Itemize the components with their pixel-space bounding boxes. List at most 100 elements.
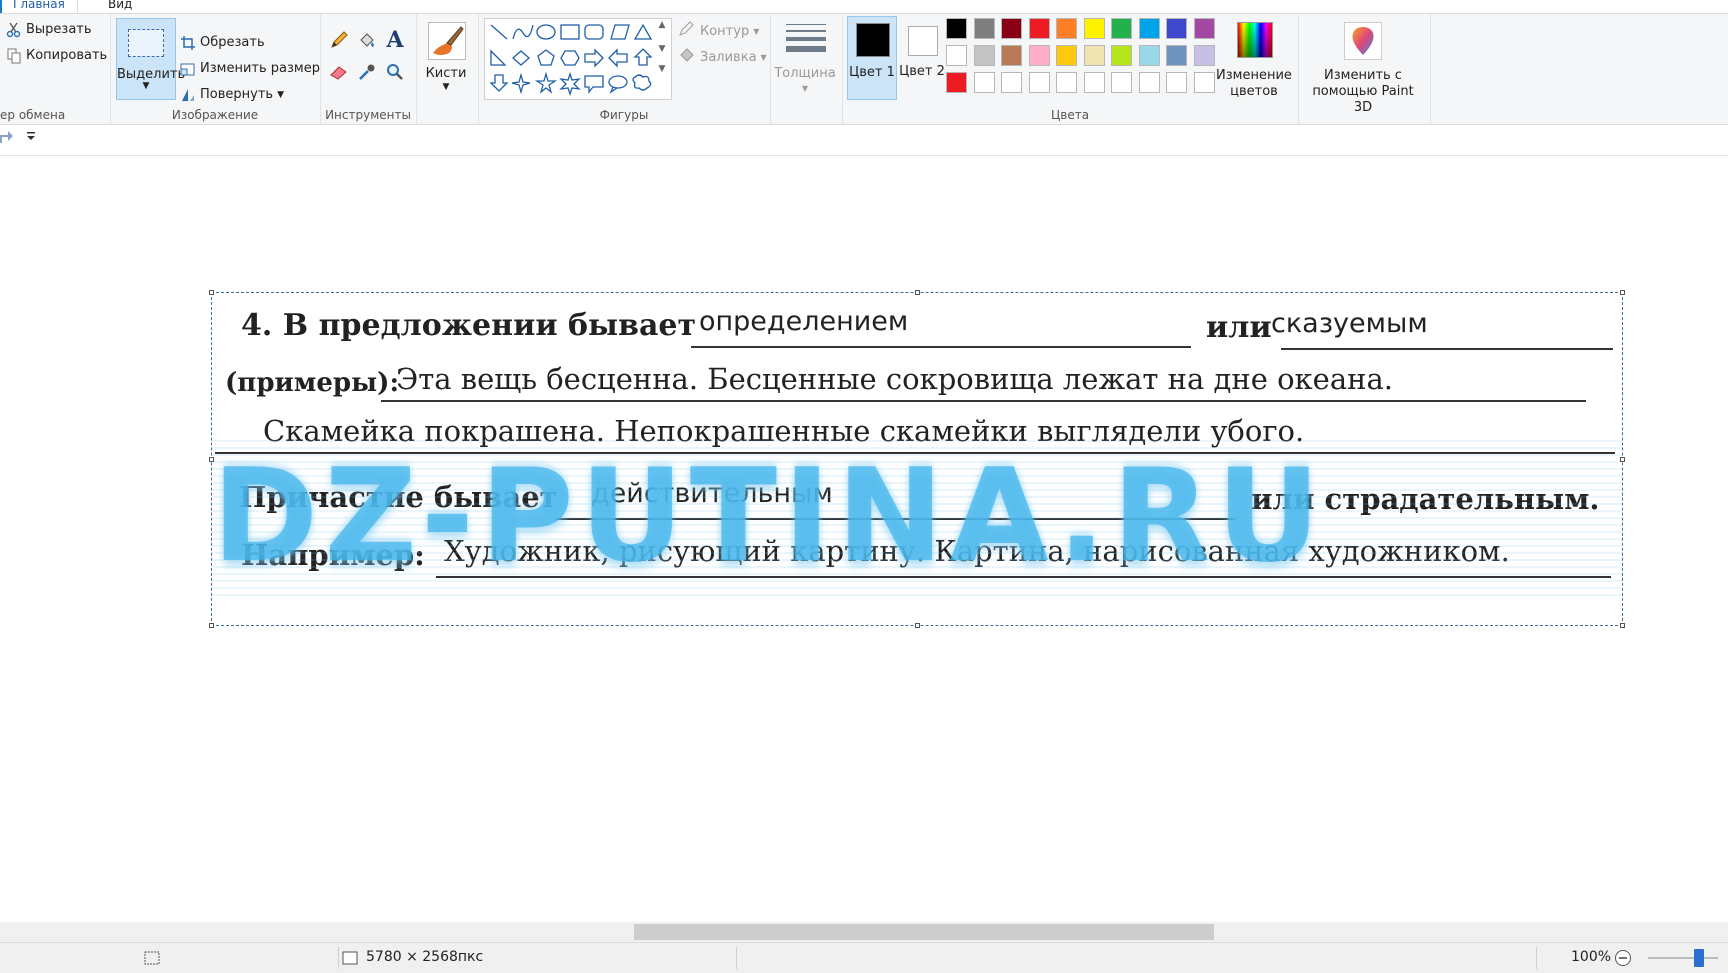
thickness-dropdown-icon[interactable]: ▼ xyxy=(774,84,836,93)
customize-qat-icon[interactable] xyxy=(26,129,36,146)
color1-button[interactable]: Цвет 1 xyxy=(847,16,897,100)
palette-color-swatch[interactable] xyxy=(1083,45,1105,66)
zoom-slider[interactable] xyxy=(1648,957,1718,959)
shapes-group-label: Фигуры xyxy=(599,108,649,122)
palette-color-swatch[interactable] xyxy=(1111,72,1132,93)
selection-outline[interactable] xyxy=(211,292,1623,626)
selection-handle-ml[interactable] xyxy=(209,457,214,462)
horizontal-scrollbar[interactable] xyxy=(0,922,1728,942)
status-bar: 5780 × 2568пкс 100% xyxy=(0,942,1728,973)
crop-icon xyxy=(180,35,196,51)
fill-bucket-icon[interactable] xyxy=(355,28,379,52)
outline-dropdown-icon[interactable]: ▼ xyxy=(753,27,759,36)
tools-group-label: Инструменты xyxy=(325,108,411,122)
selection-handle-tl[interactable] xyxy=(209,290,214,295)
fill-button[interactable]: Заливка ▼ xyxy=(678,47,767,67)
selection-handle-bl[interactable] xyxy=(209,623,214,628)
horizontal-scroll-thumb[interactable] xyxy=(634,924,1214,940)
palette-color-swatch[interactable] xyxy=(1028,72,1050,93)
selection-handle-mr[interactable] xyxy=(1620,457,1625,462)
cut-label: Вырезать xyxy=(26,22,92,37)
rotate-dropdown-icon[interactable]: ▼ xyxy=(277,84,284,106)
magnifier-icon[interactable] xyxy=(383,60,407,84)
palette-color-swatch[interactable] xyxy=(1056,45,1077,66)
status-separator xyxy=(1536,947,1537,969)
palette-color-swatch[interactable] xyxy=(1166,18,1187,39)
palette-color-swatch[interactable] xyxy=(1001,45,1022,66)
selection-handle-tr[interactable] xyxy=(1620,290,1625,295)
palette-color-swatch[interactable] xyxy=(1028,18,1050,39)
shapes-gallery[interactable] xyxy=(484,18,672,100)
paint3d-icon xyxy=(1344,22,1382,60)
select-button[interactable]: Выделить ▼ xyxy=(116,18,185,100)
palette-color-swatch[interactable] xyxy=(1111,18,1132,39)
crop-label: Обрезать xyxy=(200,35,265,50)
palette-color-swatch[interactable] xyxy=(1111,45,1132,66)
selection-rectangle-icon xyxy=(128,29,164,57)
palette-color-swatch[interactable] xyxy=(946,72,967,93)
tab-home[interactable]: Главная xyxy=(0,0,78,13)
palette-color-swatch[interactable] xyxy=(1193,45,1215,66)
palette-color-swatch[interactable] xyxy=(973,45,995,66)
pencil-icon[interactable] xyxy=(327,28,351,52)
palette-color-swatch[interactable] xyxy=(1138,18,1160,39)
selection-handle-bm[interactable] xyxy=(915,623,920,628)
eraser-icon[interactable] xyxy=(327,60,351,84)
resize-label: Изменить размер xyxy=(200,61,320,76)
selection-handle-br[interactable] xyxy=(1620,623,1625,628)
palette-color-swatch[interactable] xyxy=(1138,72,1160,93)
color2-button[interactable]: Цвет 2 xyxy=(898,16,946,98)
outline-button[interactable]: Контур ▼ xyxy=(678,21,759,41)
selection-handle-tm[interactable] xyxy=(915,290,920,295)
tab-strip: Главная Вид xyxy=(0,0,1728,14)
palette-color-swatch[interactable] xyxy=(1083,18,1105,39)
palette-color-swatch[interactable] xyxy=(1083,72,1105,93)
text-tool-icon[interactable]: A xyxy=(383,27,407,53)
expand-gallery-icon[interactable]: ▼ xyxy=(652,64,672,74)
palette-color-swatch[interactable] xyxy=(946,18,967,39)
redo-icon[interactable] xyxy=(0,129,14,149)
edit-colors-button[interactable]: Изменение цветов xyxy=(1216,18,1292,100)
zoom-slider-thumb[interactable] xyxy=(1694,949,1704,967)
palette-color-swatch[interactable] xyxy=(1001,18,1022,39)
brushes-label: Кисти xyxy=(425,66,467,81)
fill-dropdown-icon[interactable]: ▼ xyxy=(761,53,767,62)
scroll-down-icon[interactable]: ▼ xyxy=(652,44,672,54)
palette-color-swatch[interactable] xyxy=(1001,72,1022,93)
palette-color-swatch[interactable] xyxy=(1056,18,1077,39)
brushes-button[interactable]: Кисти ▼ xyxy=(424,18,468,100)
palette-color-swatch[interactable] xyxy=(1166,45,1187,66)
paint3d-label: Изменить с помощью Paint 3D xyxy=(1312,68,1414,115)
clipboard-group-label: ер обмена xyxy=(0,108,66,122)
rotate-button[interactable]: Повернуть ▼ xyxy=(180,84,284,106)
copy-button[interactable]: Копировать xyxy=(6,45,107,67)
thickness-label: Толщина xyxy=(774,66,836,81)
scroll-up-icon[interactable]: ▲ xyxy=(652,20,672,30)
zoom-level: 100% xyxy=(1571,949,1612,965)
palette-color-swatch[interactable] xyxy=(1138,45,1160,66)
shapes-scroll[interactable]: ▲ ▼ ▼ xyxy=(652,18,672,98)
edit-colors-label: Изменение цветов xyxy=(1216,68,1292,99)
brush-icon xyxy=(428,22,466,60)
outline-label: Контур xyxy=(700,23,750,39)
tab-view[interactable]: Вид xyxy=(96,0,144,13)
zoom-out-icon[interactable] xyxy=(1614,949,1632,971)
color-picker-icon[interactable] xyxy=(355,60,379,84)
crop-button[interactable]: Обрезать xyxy=(180,32,265,54)
palette-color-swatch[interactable] xyxy=(1028,45,1050,66)
brushes-dropdown-icon[interactable]: ▼ xyxy=(424,82,468,92)
thickness-button[interactable]: Толщина ▼ xyxy=(774,18,836,100)
cut-button[interactable]: Вырезать xyxy=(6,19,92,41)
palette-color-swatch[interactable] xyxy=(1193,72,1215,93)
palette-color-swatch[interactable] xyxy=(1193,18,1215,39)
resize-button[interactable]: Изменить размер xyxy=(180,58,320,80)
select-dropdown-icon[interactable]: ▼ xyxy=(117,81,175,91)
palette-color-swatch[interactable] xyxy=(1166,72,1187,93)
palette-color-swatch[interactable] xyxy=(1056,72,1077,93)
paint3d-button[interactable]: Изменить с помощью Paint 3D xyxy=(1302,18,1424,115)
palette-color-swatch[interactable] xyxy=(973,18,995,39)
copy-label: Копировать xyxy=(26,48,108,63)
palette-color-swatch[interactable] xyxy=(973,72,995,93)
status-separator xyxy=(736,947,737,969)
palette-color-swatch[interactable] xyxy=(946,45,967,66)
